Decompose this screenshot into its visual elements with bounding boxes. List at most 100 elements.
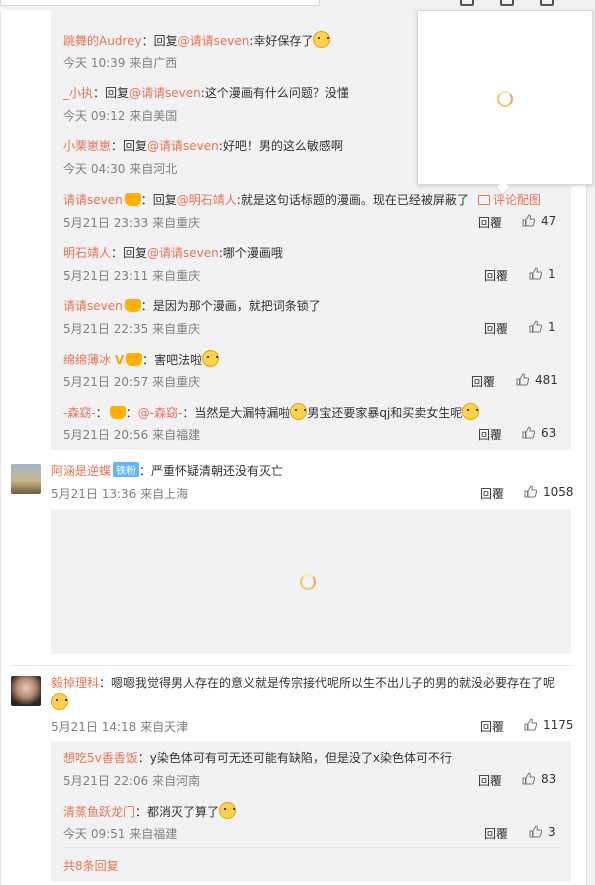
reply-username[interactable]: 想吃5v香香饭 (63, 751, 138, 765)
like-count: 481 (535, 373, 558, 387)
like-count: 47 (541, 214, 557, 228)
emoji-icon (219, 802, 237, 819)
more-icon[interactable] (539, 0, 554, 6)
comment-meta: 5月21日 13:36 来自上海 (51, 487, 189, 501)
reply-button[interactable]: 回覆 (484, 825, 508, 842)
avatar[interactable] (11, 464, 41, 494)
reply-button[interactable]: 回覆 (480, 718, 504, 735)
reply-username[interactable]: 请请seven (63, 193, 123, 207)
thumbs-up-icon (529, 267, 542, 280)
share-icon[interactable] (460, 0, 474, 6)
search-input[interactable] (0, 0, 320, 6)
comment-text: 严重怀疑清朝还没有灭亡 (151, 464, 284, 478)
reply-word: 回复 (105, 86, 130, 100)
reply-username[interactable]: -森窈- (63, 406, 96, 420)
reply-word: 回复 (123, 139, 148, 153)
like-button[interactable]: 1 (529, 320, 556, 334)
divider (11, 665, 571, 666)
loading-spinner-icon (300, 574, 316, 590)
reply-username[interactable]: _小执 (63, 86, 93, 100)
reply-meta: 今天 09:51 来自福建 (63, 827, 178, 841)
like-button[interactable]: 1175 (524, 718, 574, 732)
reply-item: 明石靖人：回复@请请seven:哪个漫画哦 (63, 246, 283, 260)
comment-username[interactable]: 阿涵是逆蝶 (51, 464, 111, 478)
like-button[interactable]: 481 (516, 373, 558, 387)
comment-text: 嗯嗯我觉得男人存在的意义就是传宗接代呢所以生不出儿子的男的就没必要存在了呢 (111, 676, 556, 690)
like-button[interactable]: 83 (522, 772, 556, 786)
top-icons (460, 0, 576, 9)
reply-item: 清蒸鱼跃龙门：都消灭了算了 (63, 802, 237, 820)
more-replies-link[interactable]: 共8条回复 (63, 857, 119, 874)
comment-image[interactable] (51, 509, 571, 654)
thumbs-up-icon (524, 485, 537, 498)
reply-button[interactable]: 回覆 (471, 373, 495, 390)
crown-icon (124, 299, 141, 312)
emoji-icon (290, 403, 308, 420)
reply-mention[interactable]: @请请seven (178, 34, 250, 48)
like-count: 3 (548, 825, 556, 839)
reply-mention[interactable]: @-森窈- (138, 406, 183, 420)
reply-text: 都消灭了算了 (147, 805, 220, 819)
comment-username[interactable]: 毅掉理科 (51, 676, 99, 690)
crown-icon (126, 353, 143, 366)
like-count: 1 (548, 320, 556, 334)
reply-mention[interactable]: @明石靖人 (177, 193, 237, 207)
reply-mention[interactable]: @请请seven (147, 246, 219, 260)
reply-text: :哪个漫画哦 (218, 246, 283, 260)
reply-text: y染色体可有可无还可能有缺陷，但是没了x染色体可不行 (149, 751, 452, 765)
like-count: 83 (541, 772, 557, 786)
reply-button[interactable]: 回覆 (484, 267, 508, 284)
reply-item: 小栗崽崽：回复@请请seven:好吧！男的这么敏感啊 (63, 139, 343, 153)
crown-icon (109, 406, 126, 419)
verified-icon: V (114, 353, 125, 367)
top-bar (0, 0, 595, 10)
reply-item: 请请seven ：是因为那个漫画，就把词条锁了 (63, 299, 321, 313)
like-button[interactable]: 1058 (524, 485, 574, 499)
reply-username[interactable]: 小栗崽崽 (63, 139, 111, 153)
reply-username[interactable]: 请请seven (63, 299, 123, 313)
like-button[interactable]: 1 (529, 267, 556, 281)
reply-button[interactable]: 回覆 (478, 426, 502, 443)
reply-meta: 5月21日 22:35 来自重庆 (63, 322, 201, 336)
thumbs-up-icon (529, 320, 542, 333)
reply-button[interactable]: 回覆 (478, 772, 502, 789)
reply-item: 请请seven ：回复@明石靖人:就是这句话标题的漫画。现在已经被屏蔽了 (63, 193, 469, 207)
divider (63, 847, 559, 848)
like-count: 1175 (543, 718, 574, 732)
reply-meta: 今天 04:30 来自河北 (63, 162, 178, 176)
thumbs-up-icon (524, 718, 537, 731)
reply-mention[interactable]: @请请seven (147, 139, 219, 153)
crown-icon (124, 193, 141, 206)
reply-username[interactable]: 跳舞的Audrey (63, 34, 142, 48)
like-button[interactable]: 3 (529, 825, 556, 839)
repost-icon[interactable] (499, 0, 514, 6)
reply-button[interactable]: 回覆 (478, 214, 502, 231)
reply-word: 回复 (152, 193, 177, 207)
comment-pic-link[interactable]: 评论配图 (478, 191, 541, 208)
comment-meta: 5月21日 14:18 来自天津 (51, 720, 189, 734)
avatar[interactable] (11, 676, 41, 706)
reply-item: 绵绵薄冰 V ：害吧法啦 (63, 350, 220, 368)
reply-username[interactable]: 绵绵薄冰 (63, 353, 111, 367)
loading-spinner-icon (497, 91, 513, 107)
reply-text: 害吧法啦 (154, 353, 203, 367)
reply-text: :就是这句话标题的漫画。现在已经被屏蔽了 (236, 193, 469, 207)
thumbs-up-icon (522, 214, 535, 227)
reply-username[interactable]: 清蒸鱼跃龙门 (63, 805, 135, 819)
like-count: 63 (541, 426, 557, 440)
thumbs-up-icon (516, 373, 529, 386)
like-button[interactable]: 47 (522, 214, 556, 228)
reply-meta: 5月21日 20:57 来自重庆 (63, 375, 201, 389)
fan-badge: 铁粉 (113, 462, 140, 477)
like-button[interactable]: 63 (522, 426, 556, 440)
reply-text: :好吧！男的这么敏感啊 (218, 139, 343, 153)
reply-button[interactable]: 回覆 (480, 485, 504, 502)
reply-meta: 今天 10:39 来自广西 (63, 56, 178, 70)
reply-item: _小执：回复@请请seven:这个漫画有什么问题？没懂 (63, 86, 349, 100)
reply-mention[interactable]: @请请seven (129, 86, 201, 100)
reply-button[interactable]: 回覆 (484, 320, 508, 337)
reply-text-2: 男宝还要家暴qj和买卖女生呢 (307, 406, 463, 420)
thumbs-up-icon (522, 426, 535, 439)
reply-item: -森窈-： ：@-森窈-：当然是大漏特漏啦 男宝还要家暴qj和买卖女生呢 (63, 403, 480, 421)
reply-username[interactable]: 明石靖人 (63, 246, 111, 260)
